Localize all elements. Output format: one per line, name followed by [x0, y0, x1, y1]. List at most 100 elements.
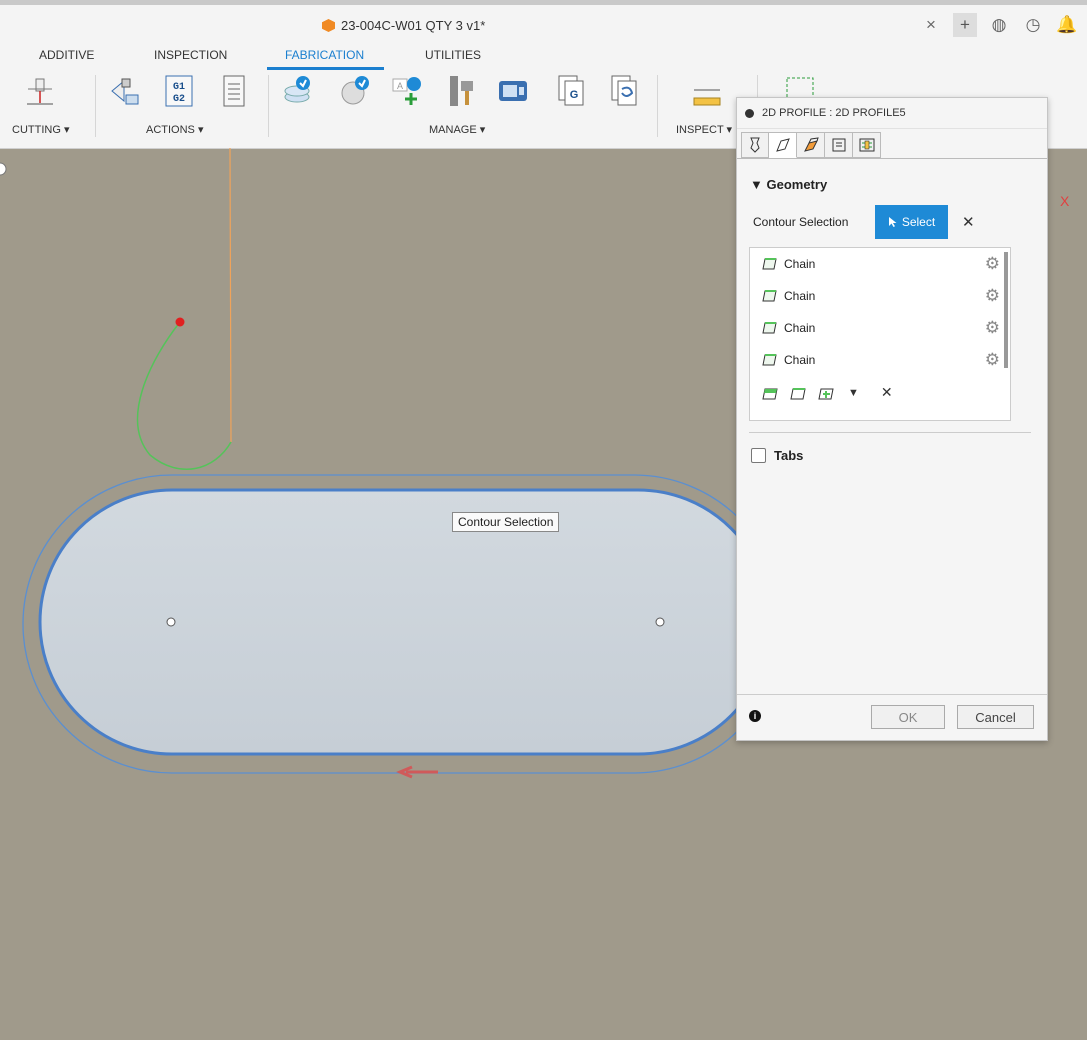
geometry-tab-icon — [775, 138, 790, 152]
dialog-header[interactable]: 2D PROFILE : 2D PROFILE5 — [737, 98, 1047, 129]
chain-label: Chain — [784, 321, 816, 335]
list-item[interactable]: Chain ⚙ — [760, 349, 1000, 371]
clock-icon[interactable]: ◷ — [1021, 13, 1045, 37]
clear-all-icon[interactable]: ✕ — [881, 384, 893, 401]
add-silhouette-icon[interactable] — [788, 385, 808, 401]
profile-dialog: 2D PROFILE : 2D PROFILE5 ▼ Geometry Cont… — [736, 97, 1048, 741]
group-cutting[interactable]: CUTTING ▾ — [12, 123, 69, 136]
svg-text:A: A — [397, 81, 403, 91]
tab-tool[interactable] — [741, 132, 769, 158]
cursor-icon — [888, 217, 897, 227]
tabs-label: Tabs — [774, 448, 804, 463]
lead-in-path — [136, 321, 232, 470]
select-button[interactable]: Select — [875, 205, 948, 239]
nc-program-library-icon[interactable] — [610, 75, 640, 107]
list-item[interactable]: Chain ⚙ — [760, 285, 1000, 307]
group-actions[interactable]: ACTIONS ▾ — [146, 123, 203, 136]
tab-linking[interactable] — [853, 132, 881, 158]
add-face-icon[interactable] — [816, 385, 836, 401]
rapid-move-line — [229, 148, 232, 443]
contour-selection-row: Contour Selection Select ✕ — [753, 205, 1033, 239]
setup-sheet-icon[interactable] — [219, 75, 249, 107]
document-cube-icon — [322, 19, 335, 32]
svg-text:G1: G1 — [173, 82, 185, 93]
template-library-icon[interactable] — [340, 75, 370, 107]
tab-geometry[interactable] — [769, 132, 797, 158]
tab-utilities[interactable]: UTILITIES — [425, 48, 481, 62]
cancel-button[interactable]: Cancel — [957, 705, 1034, 729]
chevron-down-icon[interactable]: ▼ — [848, 387, 859, 399]
tabs-checkbox[interactable] — [751, 448, 766, 463]
tool-library-icon[interactable] — [283, 75, 313, 107]
tab-inspection[interactable]: INSPECTION — [154, 48, 227, 62]
close-tab-icon[interactable]: × — [919, 13, 943, 37]
group-divider — [657, 75, 658, 137]
gear-icon[interactable]: ⚙ — [985, 254, 1000, 274]
tab-additive[interactable]: ADDITIVE — [39, 48, 94, 62]
direction-arrow — [396, 765, 438, 779]
chain-list[interactable]: Chain ⚙ Chain ⚙ Chain ⚙ Chain ⚙ ▼ ✕ — [749, 247, 1011, 421]
document-title-text: 23-004C-W01 QTY 3 v1* — [341, 18, 486, 33]
tool-tab-icon — [750, 137, 760, 153]
hole-marker — [655, 617, 665, 627]
svg-text:G: G — [570, 89, 579, 101]
tab-passes[interactable] — [825, 132, 853, 158]
machine-tool-icon[interactable] — [447, 75, 477, 107]
contour-selection-label: Contour Selection — [753, 215, 849, 229]
chain-label: Chain — [784, 289, 816, 303]
group-divider — [268, 75, 269, 137]
post-process-g1g2-icon[interactable]: G1 G2 — [164, 75, 194, 107]
chain-label: Chain — [784, 353, 816, 367]
job-status-icon[interactable]: ◍ — [987, 13, 1011, 37]
measure-icon[interactable] — [692, 80, 722, 112]
view-marker — [0, 162, 7, 176]
chain-list-toolbar: ▼ ✕ — [760, 384, 893, 401]
title-bar: 23-004C-W01 QTY 3 v1* × + ◍ ◷ 🔔 — [0, 0, 1087, 40]
simulate-icon[interactable] — [110, 75, 140, 107]
add-chain-icon[interactable] — [760, 385, 780, 401]
group-divider — [95, 75, 96, 137]
document-title: 23-004C-W01 QTY 3 v1* — [322, 18, 485, 33]
tabs-option[interactable]: Tabs — [751, 448, 803, 463]
group-inspect[interactable]: INSPECT ▾ — [676, 123, 732, 136]
info-icon[interactable]: i — [749, 710, 761, 722]
passes-tab-icon — [832, 138, 845, 152]
tab-fabrication[interactable]: FABRICATION — [285, 48, 364, 62]
hole-marker — [166, 617, 176, 627]
group-manage[interactable]: MANAGE ▾ — [429, 123, 485, 136]
list-item[interactable]: Chain ⚙ — [760, 253, 1000, 275]
new-tab-icon[interactable]: + — [953, 13, 977, 37]
dialog-footer: i OK Cancel — [737, 694, 1047, 741]
ok-button[interactable]: OK — [871, 705, 945, 729]
window-actions: × + ◍ ◷ 🔔 — [919, 13, 1079, 37]
clear-selection-icon[interactable]: ✕ — [962, 213, 975, 231]
dialog-title: 2D PROFILE : 2D PROFILE5 — [762, 107, 906, 119]
machine-library-icon[interactable] — [498, 75, 528, 107]
chain-label: Chain — [784, 257, 816, 271]
axis-x-marker: X — [1060, 193, 1070, 209]
active-tab-indicator — [267, 67, 384, 70]
select-button-label: Select — [901, 215, 936, 229]
section-divider — [749, 432, 1031, 433]
heights-tab-icon — [803, 137, 819, 152]
naming-icon[interactable]: A — [392, 75, 422, 107]
start-point — [175, 317, 185, 327]
collapse-icon[interactable] — [745, 108, 754, 118]
gear-icon[interactable]: ⚙ — [985, 318, 1000, 338]
gear-icon[interactable]: ⚙ — [985, 350, 1000, 370]
list-scrollbar[interactable] — [1004, 252, 1008, 368]
list-item[interactable]: Chain ⚙ — [760, 317, 1000, 339]
nc-program-icon[interactable]: G — [557, 75, 587, 107]
chain-icon — [762, 290, 777, 302]
tab-heights[interactable] — [797, 132, 825, 158]
chain-icon — [762, 258, 777, 270]
notification-bell-icon[interactable]: 🔔 — [1055, 13, 1079, 37]
dialog-tab-strip — [741, 132, 881, 158]
dialog-body: ▼ Geometry Contour Selection Select ✕ Ch… — [737, 158, 1047, 463]
chain-icon — [762, 322, 777, 334]
gear-icon[interactable]: ⚙ — [985, 286, 1000, 306]
contour-selection-tooltip: Contour Selection — [452, 512, 560, 532]
cutting-tool-icon[interactable] — [25, 77, 55, 109]
geometry-section-header[interactable]: ▼ Geometry — [750, 177, 827, 192]
svg-text:G2: G2 — [173, 94, 185, 105]
